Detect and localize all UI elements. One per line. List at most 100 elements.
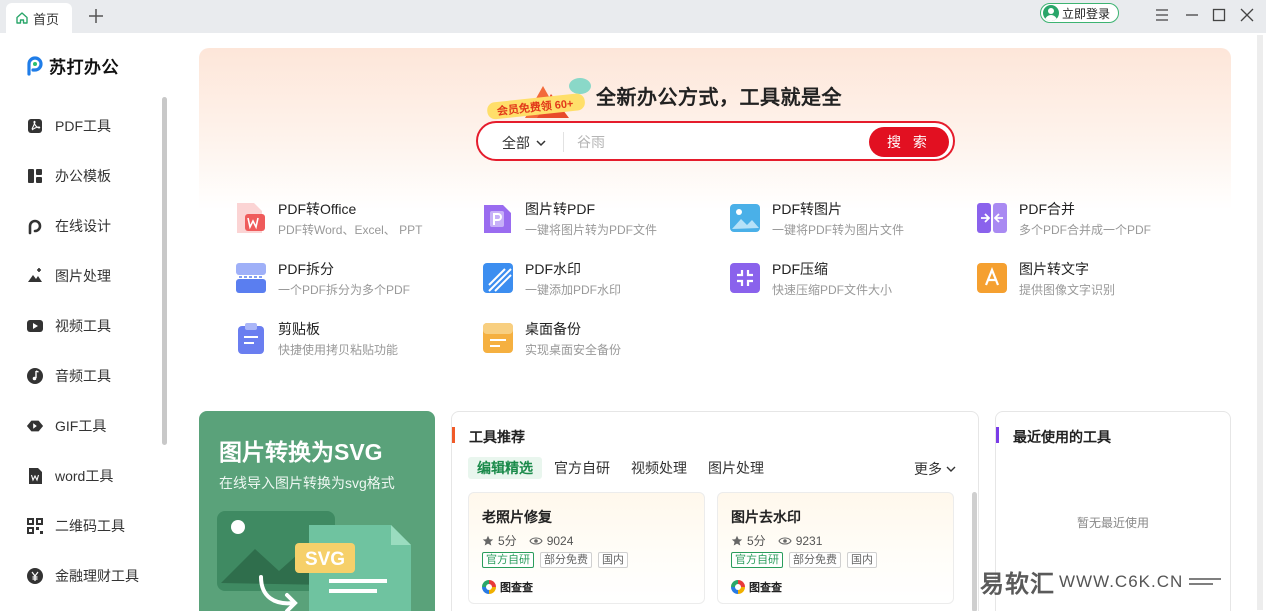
tool-name: PDF拆分 (278, 261, 334, 277)
tab-label: 首页 (33, 11, 60, 27)
tag-official: 官方自研 (731, 552, 783, 568)
template-icon (26, 167, 44, 185)
tool-name: PDF压缩 (772, 261, 828, 277)
promo-card-svg[interactable]: 图片转换为SVG 在线导入图片转换为svg格式 SVG (199, 411, 435, 611)
hero-slogan: 全新办公方式，工具就是全 (596, 87, 842, 109)
tool-image-to-pdf[interactable]: 图片转PDF 一键将图片转为PDF文件 (481, 200, 711, 244)
card-rating: 5分 (498, 534, 517, 548)
tool-pdf-to-image[interactable]: PDF转图片 一键将PDF转为图片文件 (728, 200, 958, 244)
sidebar-item-design[interactable]: 在线设计 (0, 201, 160, 251)
tool-name: 桌面备份 (525, 321, 581, 337)
tool-name: 图片转PDF (525, 201, 595, 217)
search-input[interactable] (577, 131, 857, 153)
sidebar: 苏打办公 PDF工具 办公模板 在线设计 图片处理 视频工具 音频工具 GIF工… (0, 33, 170, 611)
tool-card[interactable]: 图片去水印 5分 9231 官方自研 部分免费 国内 图查查 (717, 492, 954, 604)
promo-title: 图片转换为SVG (219, 439, 383, 465)
title-bar: 首页 立即登录 (0, 0, 1266, 33)
sidebar-item-label: 办公模板 (55, 168, 111, 184)
section-title: 工具推荐 (469, 429, 525, 445)
tool-pdf-compress[interactable]: PDF压缩 快速压缩PDF文件大小 (728, 260, 958, 304)
sidebar-scrollbar[interactable] (162, 97, 167, 445)
promo-subtitle: 在线导入图片转换为svg格式 (219, 475, 395, 491)
tool-name: PDF水印 (525, 261, 581, 277)
tab-video[interactable]: 视频处理 (622, 457, 696, 479)
sidebar-item-label: 二维码工具 (55, 518, 125, 534)
tab-editor-picks[interactable]: 编辑精选 (468, 457, 542, 479)
tool-name: 剪贴板 (278, 321, 320, 337)
logo-text: 苏打办公 (49, 58, 119, 77)
search-button[interactable]: 搜 索 (869, 127, 949, 157)
pdf-merge-icon (977, 203, 1007, 233)
card-title: 图片去水印 (731, 509, 801, 525)
sidebar-item-pdf[interactable]: PDF工具 (0, 101, 160, 151)
tool-pdf-split[interactable]: PDF拆分一个PDF拆分为多个PDF (234, 260, 464, 304)
tool-pdf-merge[interactable]: PDF合并多个PDF合并成一个PDF (975, 200, 1205, 244)
search-divider (563, 132, 564, 152)
more-label: 更多 (914, 461, 942, 477)
new-tab-button[interactable] (86, 6, 106, 26)
hero-banner: 会员免费领 60+ 全新办公方式，工具就是全 全部 搜 索 PDF转Office… (199, 48, 1231, 400)
tool-card[interactable]: 老照片修复 5分 9024 官方自研 部分免费 国内 图查查 (468, 492, 705, 604)
tool-pdf-watermark[interactable]: PDF水印 一键添加PDF水印 (481, 260, 711, 304)
tool-desc: 一键将PDF转为图片文件 (772, 223, 905, 237)
music-icon (26, 367, 44, 385)
tool-desktop-backup[interactable]: 桌面备份 实现桌面安全备份 (481, 320, 711, 364)
tool-desc: PDF转Word、Excel、 PPT (278, 223, 423, 237)
minimize-button[interactable] (1182, 5, 1202, 25)
sidebar-item-video[interactable]: 视频工具 (0, 301, 160, 351)
maximize-button[interactable] (1209, 5, 1229, 25)
sidebar-item-audio[interactable]: 音频工具 (0, 351, 160, 401)
search-scope-dropdown[interactable]: 全部 (502, 133, 546, 153)
sidebar-item-gif[interactable]: GIF工具 (0, 401, 160, 451)
login-button[interactable]: 立即登录 (1040, 3, 1119, 23)
tool-ocr[interactable]: 图片转文字提供图像文字识别 (975, 260, 1205, 304)
tab-official[interactable]: 官方自研 (545, 457, 619, 479)
qrcode-icon (26, 517, 44, 535)
tool-desc: 多个PDF合并成一个PDF (1019, 223, 1152, 237)
card-views: 9024 (546, 533, 574, 548)
card-meta: 5分 9231 (731, 532, 822, 549)
desktop-backup-icon (483, 323, 513, 353)
image-to-svg-illustration: SVG (217, 511, 411, 611)
card-rating: 5分 (747, 534, 766, 548)
watermark-lines-icon (1189, 577, 1222, 585)
brand-logo-icon (731, 580, 745, 594)
tool-desc: 提供图像文字识别 (1019, 283, 1116, 297)
pdf-watermark-icon (483, 263, 513, 293)
pdf-to-office-icon (237, 203, 265, 233)
pdf-icon (26, 117, 44, 135)
member-badge[interactable]: 会员免费领 60+ (485, 76, 600, 126)
recommend-tabs: 编辑精选 官方自研 视频处理 图片处理 (468, 457, 776, 479)
tool-name: PDF合并 (1019, 201, 1075, 217)
tab-home[interactable]: 首页 (6, 3, 72, 33)
recommend-scrollbar[interactable] (972, 492, 977, 611)
sidebar-item-label: 金融理财工具 (55, 568, 139, 584)
tool-name: 图片转文字 (1019, 261, 1089, 277)
minimize-icon (1186, 14, 1198, 16)
sidebar-item-finance[interactable]: 金融理财工具 (0, 551, 160, 601)
svg-label: SVG (305, 549, 345, 570)
logo-icon (27, 55, 43, 76)
more-button[interactable]: 更多 (914, 459, 956, 479)
card-title: 老照片修复 (482, 509, 552, 525)
tool-desc: 一个PDF拆分为多个PDF (278, 283, 411, 297)
sidebar-item-word[interactable]: word工具 (0, 451, 160, 501)
brand-name: 图查查 (500, 582, 533, 594)
tag-official: 官方自研 (482, 552, 534, 568)
close-button[interactable] (1237, 5, 1257, 25)
sidebar-item-qrcode[interactable]: 二维码工具 (0, 501, 160, 551)
sidebar-item-image[interactable]: 图片处理 (0, 251, 160, 301)
tag-domestic: 国内 (847, 552, 877, 568)
card-tags: 官方自研 部分免费 国内 (482, 552, 634, 568)
video-icon (26, 317, 44, 335)
pdf-compress-icon (730, 263, 760, 293)
tool-clipboard[interactable]: 剪贴板 快捷使用拷贝粘贴功能 (234, 320, 464, 364)
sidebar-item-template[interactable]: 办公模板 (0, 151, 160, 201)
sidebar-item-label: 音频工具 (55, 368, 111, 384)
tab-image[interactable]: 图片处理 (699, 457, 773, 479)
tool-pdf-to-office[interactable]: PDF转Office PDF转Word、Excel、 PPT (234, 200, 464, 244)
menu-button[interactable] (1152, 5, 1172, 25)
app-logo[interactable]: 苏打办公 (25, 53, 119, 78)
main-scrollbar[interactable] (1257, 35, 1263, 610)
brand-logo-icon (482, 580, 496, 594)
